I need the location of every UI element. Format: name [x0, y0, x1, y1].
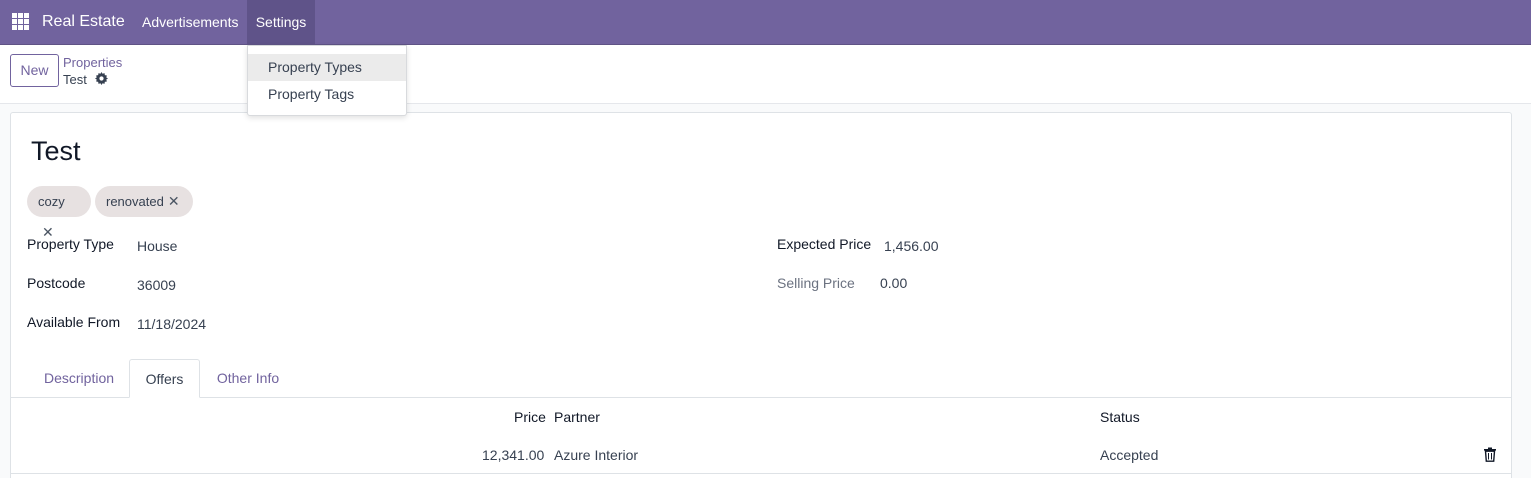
tab-other-info[interactable]: Other Info	[206, 359, 290, 398]
settings-dropdown: Property Types Property Tags	[247, 45, 407, 116]
offer-price-cell[interactable]: 12,341.00	[482, 447, 544, 463]
app-name[interactable]: Real Estate	[42, 13, 125, 31]
tag-label: cozy	[38, 194, 65, 209]
tab-description[interactable]: Description	[29, 359, 129, 398]
control-panel: New Properties Test	[0, 45, 1531, 104]
column-header-partner[interactable]: Partner	[554, 409, 600, 425]
tab-offers[interactable]: Offers	[129, 359, 200, 398]
expected-price-label: Expected Price	[777, 236, 872, 252]
menu-advertisements[interactable]: Advertisements	[134, 0, 246, 44]
trash-icon[interactable]	[1483, 447, 1497, 462]
postcode-field[interactable]: 36009	[137, 277, 176, 293]
breadcrumb-current: Test	[63, 72, 87, 87]
available-from-field[interactable]: 11/18/2024	[137, 316, 206, 332]
offer-status-cell[interactable]: Accepted	[1100, 447, 1158, 463]
tag-cozy: cozy✕	[27, 186, 91, 240]
form-sheet: Test cozy✕ renovated ✕ Property Type Hous…	[10, 112, 1512, 478]
menu-item-property-types[interactable]: Property Types	[248, 54, 406, 81]
selling-price-label: Selling Price	[777, 275, 855, 291]
postcode-label: Postcode	[27, 275, 86, 291]
expected-price-field[interactable]: 1,456.00	[884, 238, 939, 254]
property-type-label: Property Type	[27, 236, 114, 252]
selling-price-value: 0.00	[880, 275, 908, 291]
app-grid-icon[interactable]	[12, 13, 29, 30]
table-row-divider	[11, 473, 1511, 474]
tag-renovated: renovated ✕	[95, 186, 193, 217]
new-button[interactable]: New	[10, 54, 59, 87]
top-navbar: Real Estate Advertisements Settings	[0, 0, 1531, 45]
tag-label: renovated	[106, 194, 164, 209]
available-from-label: Available From	[27, 314, 121, 330]
column-header-status[interactable]: Status	[1100, 409, 1140, 425]
record-title[interactable]: Test	[31, 136, 81, 167]
breadcrumb-properties[interactable]: Properties	[63, 55, 122, 70]
offer-partner-cell[interactable]: Azure Interior	[554, 447, 638, 463]
menu-settings[interactable]: Settings	[247, 0, 315, 44]
column-header-price[interactable]: Price	[514, 409, 546, 425]
property-type-field[interactable]: House	[137, 238, 177, 254]
remove-tag-icon[interactable]: ✕	[168, 186, 180, 217]
gear-icon[interactable]	[95, 72, 108, 85]
menu-item-property-tags[interactable]: Property Tags	[248, 81, 406, 108]
